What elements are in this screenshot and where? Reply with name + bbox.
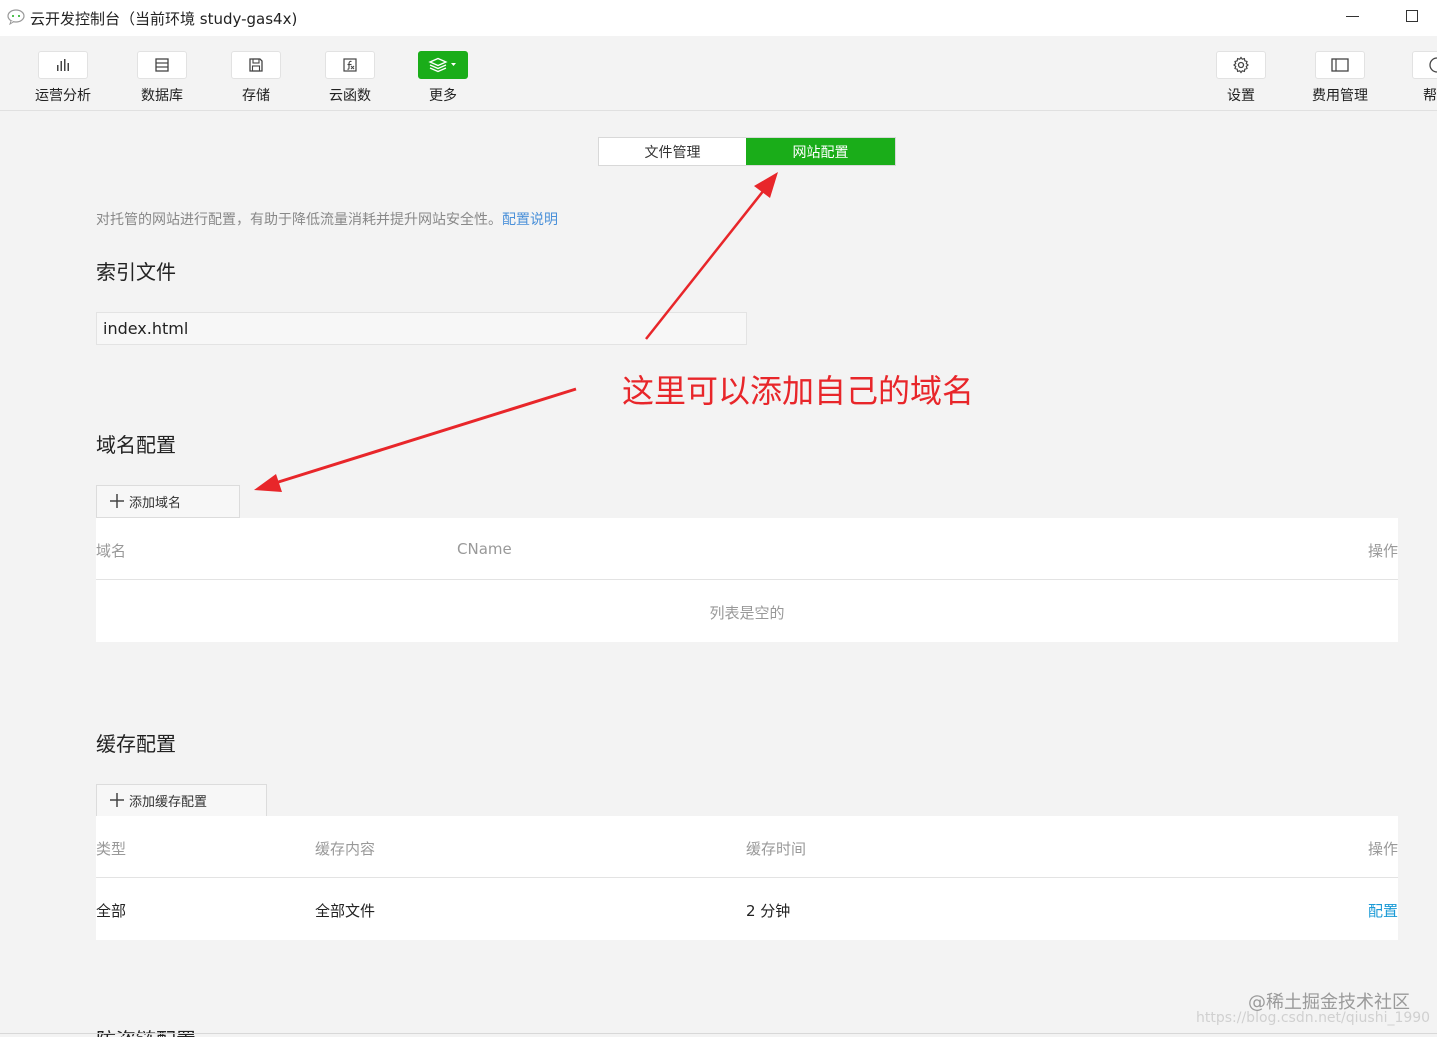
- column-type: 类型: [96, 840, 127, 858]
- toolbar-analytics[interactable]: 运营分析: [18, 50, 108, 108]
- config-help-link[interactable]: 配置说明: [502, 212, 558, 228]
- domain-table: 域名 CName 操作 列表是空的: [96, 518, 1398, 642]
- bottom-divider: [0, 1033, 1437, 1034]
- toolbar-help[interactable]: 帮: [1392, 50, 1437, 108]
- toolbar-more-label: 更多: [429, 88, 457, 104]
- window-title: 云开发控制台（当前环境 study-gas4x): [30, 10, 298, 28]
- index-file-input[interactable]: index.html: [96, 312, 747, 345]
- toolbar-billing-label: 费用管理: [1312, 88, 1368, 104]
- cache-table-header: 类型 缓存内容 缓存时间 操作: [96, 816, 1398, 878]
- toolbar-storage-label: 存储: [242, 88, 270, 104]
- toolbar-cloud-functions-label: 云函数: [329, 88, 371, 104]
- plus-icon: [110, 494, 124, 508]
- billing-icon: [1331, 58, 1349, 72]
- toolbar-settings-label: 设置: [1227, 88, 1255, 104]
- cache-config-heading: 缓存配置: [96, 732, 176, 756]
- column-action: 操作: [1367, 840, 1398, 858]
- cell-type: 全部: [96, 902, 127, 920]
- index-file-heading: 索引文件: [96, 260, 176, 284]
- toolbar-storage[interactable]: 存储: [211, 50, 301, 108]
- app-logo-icon: [7, 9, 25, 25]
- layers-icon: [428, 57, 456, 73]
- domain-config-heading: 域名配置: [96, 433, 176, 457]
- column-domain: 域名: [96, 542, 127, 560]
- empty-list-text: 列表是空的: [709, 604, 785, 622]
- plus-icon: [110, 793, 124, 807]
- tab-site-config[interactable]: 网站配置: [746, 138, 895, 165]
- storage-icon: [249, 58, 263, 72]
- gear-icon: [1233, 56, 1249, 74]
- toolbar: 运营分析 数据库 存储 云函数 更多 设置 费用管理 帮: [0, 36, 1437, 111]
- domain-table-header: 域名 CName 操作: [96, 518, 1398, 580]
- column-cache-time: 缓存时间: [746, 840, 807, 858]
- add-domain-button[interactable]: 添加域名: [96, 485, 240, 518]
- column-cname: CName: [457, 540, 512, 558]
- tab-file-management[interactable]: 文件管理: [599, 138, 746, 165]
- bar-chart-icon: [57, 59, 69, 71]
- hotlink-config-heading: 防盗链配置: [96, 1024, 196, 1037]
- toolbar-help-label: 帮: [1423, 88, 1437, 104]
- cell-cache-time: 2 分钟: [746, 902, 791, 920]
- domain-table-empty-row: 列表是空的: [96, 580, 1398, 642]
- toolbar-more[interactable]: 更多: [398, 50, 488, 108]
- annotation-arrowhead-to-button: [254, 474, 282, 492]
- page-description: 对托管的网站进行配置，有助于降低流量消耗并提升网站安全性。配置说明: [96, 209, 558, 229]
- add-cache-config-label: 添加缓存配置: [129, 795, 208, 810]
- toolbar-settings[interactable]: 设置: [1196, 50, 1286, 108]
- add-cache-config-button[interactable]: 添加缓存配置: [96, 784, 267, 817]
- maximize-button[interactable]: [1406, 10, 1418, 22]
- description-text: 对托管的网站进行配置，有助于降低流量消耗并提升网站安全性。: [96, 212, 502, 228]
- column-cache-content: 缓存内容: [315, 840, 376, 858]
- table-row: 全部 全部文件 2 分钟 配置: [96, 878, 1398, 940]
- config-tabs: 文件管理 网站配置: [598, 137, 896, 166]
- toolbar-database-label: 数据库: [141, 88, 183, 104]
- minimize-button[interactable]: [1346, 16, 1359, 17]
- help-icon: [1429, 57, 1437, 73]
- toolbar-cloud-functions[interactable]: 云函数: [305, 50, 395, 108]
- annotation-arrow-to-button: [271, 387, 577, 486]
- annotation-text: 这里可以添加自己的域名: [622, 372, 975, 410]
- toolbar-billing[interactable]: 费用管理: [1295, 50, 1385, 108]
- watermark-url: https://blog.csdn.net/qiushi_1990: [1196, 1010, 1431, 1026]
- cache-table: 类型 缓存内容 缓存时间 操作 全部 全部文件 2 分钟 配置: [96, 816, 1398, 940]
- title-bar: 云开发控制台（当前环境 study-gas4x): [0, 0, 1437, 36]
- toolbar-analytics-label: 运营分析: [35, 88, 91, 104]
- add-domain-label: 添加域名: [129, 496, 182, 511]
- cell-cache-content: 全部文件: [315, 902, 376, 920]
- toolbar-database[interactable]: 数据库: [117, 50, 207, 108]
- configure-link[interactable]: 配置: [1368, 900, 1398, 921]
- function-icon: [343, 58, 357, 72]
- annotation-arrowhead-to-tab: [754, 172, 778, 198]
- database-icon: [155, 58, 169, 72]
- column-action: 操作: [1367, 542, 1398, 560]
